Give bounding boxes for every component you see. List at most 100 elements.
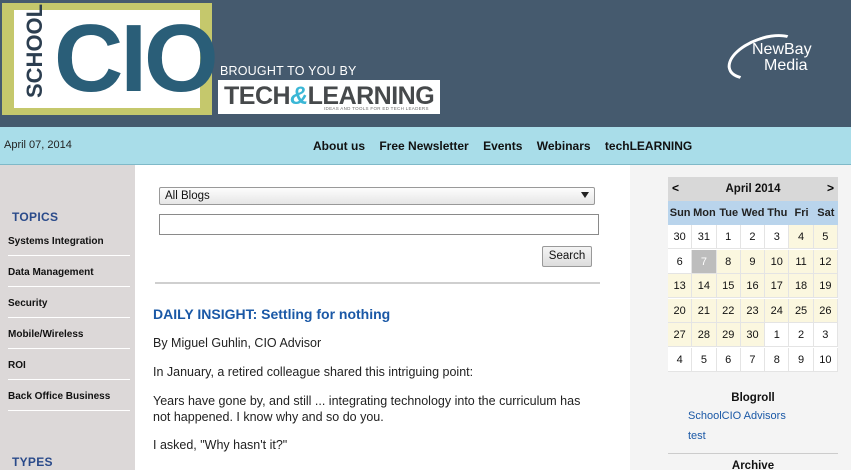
- calendar-day-cell[interactable]: 12: [813, 249, 838, 274]
- calendar-day-cell[interactable]: 7: [740, 347, 766, 372]
- divider: [155, 282, 600, 284]
- calendar-day-cell[interactable]: 28: [692, 323, 717, 347]
- tech-learning-tagline: IDEAS AND TOOLS FOR ED TECH LEADERS: [324, 106, 429, 111]
- topic-mobile-wireless[interactable]: Mobile/Wireless: [8, 321, 130, 349]
- logo-inner: SCHOOL CIO: [14, 3, 219, 112]
- post-byline: By Miguel Guhlin, CIO Advisor: [153, 336, 322, 350]
- post-title[interactable]: DAILY INSIGHT: Settling for nothing: [153, 306, 390, 322]
- calendar-day-header: Sat: [813, 201, 838, 225]
- topics-heading: TOPICS: [12, 210, 59, 224]
- calendar-day-cell[interactable]: 13: [668, 274, 693, 298]
- nav-events[interactable]: Events: [483, 139, 522, 153]
- calendar-next-button[interactable]: >: [827, 181, 834, 195]
- newbay-line2: Media: [764, 57, 808, 74]
- nav-links: About us Free Newsletter Events Webinars…: [313, 139, 703, 153]
- calendar-day-cell[interactable]: 25: [789, 298, 814, 323]
- calendar-day-cell[interactable]: 23: [740, 298, 766, 323]
- calendar-day-cell[interactable]: 4: [668, 347, 693, 372]
- calendar-day-cell[interactable]: 1: [765, 323, 790, 347]
- newbay-media-logo[interactable]: NewBay Media: [721, 25, 832, 89]
- calendar: < April 2014 > Sun Mon Tue Wed Thu Fri Sat 30 31…: [668, 177, 838, 372]
- archive-heading: Archive: [731, 460, 775, 472]
- calendar-day-cell[interactable]: 22: [716, 298, 741, 323]
- tl-amp: &: [290, 82, 308, 110]
- calendar-day-cell[interactable]: 5: [692, 347, 717, 372]
- topic-data-management[interactable]: Data Management: [8, 259, 130, 287]
- post-paragraph: I asked, "Why hasn't it?": [153, 438, 288, 452]
- calendar-day-cell[interactable]: 6: [716, 347, 741, 372]
- calendar-day-cell[interactable]: 18: [789, 274, 814, 298]
- tech-learning-logo[interactable]: TECH&LEARNING IDEAS AND TOOLS FOR ED TEC…: [218, 80, 440, 114]
- calendar-header: < April 2014 >: [668, 177, 838, 201]
- topic-roi[interactable]: ROI: [8, 352, 130, 380]
- calendar-day-cell[interactable]: 16: [740, 274, 766, 298]
- calendar-day-cell[interactable]: 15: [716, 274, 741, 298]
- calendar-day-cell[interactable]: 14: [692, 274, 717, 298]
- blogroll-link-test[interactable]: test: [688, 430, 706, 442]
- brought-to-you-label: BROUGHT TO YOU BY: [220, 64, 357, 78]
- calendar-day-cell[interactable]: 8: [716, 249, 741, 274]
- blogroll-heading: Blogroll: [731, 392, 775, 404]
- chevron-down-icon: [581, 192, 589, 198]
- right-sidebar: < April 2014 > Sun Mon Tue Wed Thu Fri Sat 30 31…: [630, 165, 851, 472]
- calendar-day-cell[interactable]: 2: [740, 225, 766, 249]
- blog-select[interactable]: All Blogs: [159, 187, 595, 205]
- site-header: SCHOOL CIO BROUGHT TO YOU BY TECH&LEARNI…: [0, 0, 851, 127]
- calendar-day-cell[interactable]: 21: [692, 298, 717, 323]
- topic-back-office-business[interactable]: Back Office Business: [8, 383, 130, 411]
- calendar-day-cell[interactable]: 5: [813, 225, 838, 249]
- schoolcio-logo[interactable]: SCHOOL CIO: [2, 3, 219, 115]
- divider: [668, 453, 838, 454]
- calendar-day-header: Tue: [716, 201, 741, 225]
- calendar-day-cell[interactable]: 29: [716, 323, 741, 347]
- topic-security[interactable]: Security: [8, 290, 130, 318]
- main-content: All Blogs Search DAILY INSIGHT: Settling…: [135, 165, 630, 470]
- calendar-day-cell[interactable]: 11: [789, 249, 814, 274]
- calendar-day-header: Fri: [789, 201, 814, 225]
- calendar-day-cell[interactable]: 31: [692, 225, 717, 249]
- tl-part1: TECH: [224, 82, 291, 110]
- calendar-day-header: Thu: [765, 201, 790, 225]
- calendar-day-cell[interactable]: 10: [813, 347, 838, 372]
- calendar-day-cell[interactable]: 3: [765, 225, 790, 249]
- calendar-day-cell[interactable]: 4: [789, 225, 814, 249]
- calendar-day-cell[interactable]: 19: [813, 274, 838, 298]
- blogroll-link-schoolcio-advisors[interactable]: SchoolCIO Advisors: [688, 410, 786, 422]
- types-heading: TYPES: [12, 455, 53, 469]
- calendar-day-cell[interactable]: 3: [813, 323, 838, 347]
- blog-select-value: All Blogs: [165, 190, 210, 202]
- topic-systems-integration[interactable]: Systems Integration: [8, 228, 130, 256]
- nav-bar: April 07, 2014 About us Free Newsletter …: [0, 127, 851, 165]
- calendar-day-cell[interactable]: 26: [813, 298, 838, 323]
- calendar-day-cell[interactable]: 6: [668, 249, 693, 274]
- search-button[interactable]: Search: [542, 246, 592, 267]
- calendar-day-cell[interactable]: 8: [765, 347, 790, 372]
- search-input[interactable]: [159, 214, 599, 235]
- calendar-day-header: Sun: [668, 201, 693, 225]
- nav-techlearning[interactable]: techLEARNING: [605, 139, 692, 153]
- post-paragraph: Years have gone by, and still ... integr…: [153, 394, 581, 424]
- logo-cio-text: CIO: [54, 5, 219, 112]
- nav-free-newsletter[interactable]: Free Newsletter: [379, 139, 468, 153]
- current-date: April 07, 2014: [4, 139, 72, 151]
- nav-webinars[interactable]: Webinars: [537, 139, 591, 153]
- calendar-day-cell[interactable]: 10: [765, 249, 790, 274]
- calendar-day-cell[interactable]: 30: [740, 323, 766, 347]
- post-paragraph: In January, a retired colleague shared t…: [153, 365, 474, 379]
- calendar-day-cell[interactable]: 24: [765, 298, 790, 323]
- logo-school-text: SCHOOL: [22, 3, 47, 98]
- nav-about-us[interactable]: About us: [313, 139, 365, 153]
- calendar-day-cell[interactable]: 7: [692, 249, 717, 274]
- calendar-day-cell[interactable]: 30: [668, 225, 693, 249]
- calendar-day-header: Wed: [740, 201, 766, 225]
- calendar-day-cell[interactable]: 9: [740, 249, 766, 274]
- calendar-day-cell[interactable]: 20: [668, 298, 693, 323]
- calendar-day-cell[interactable]: 9: [789, 347, 814, 372]
- calendar-day-cell[interactable]: 27: [668, 323, 693, 347]
- calendar-day-header: Mon: [692, 201, 717, 225]
- calendar-day-cell[interactable]: 1: [716, 225, 741, 249]
- left-sidebar: TOPICS Systems Integration Data Manageme…: [0, 165, 135, 470]
- calendar-day-cell[interactable]: 2: [789, 323, 814, 347]
- calendar-day-cell[interactable]: 17: [765, 274, 790, 298]
- calendar-month-title: April 2014: [725, 183, 781, 195]
